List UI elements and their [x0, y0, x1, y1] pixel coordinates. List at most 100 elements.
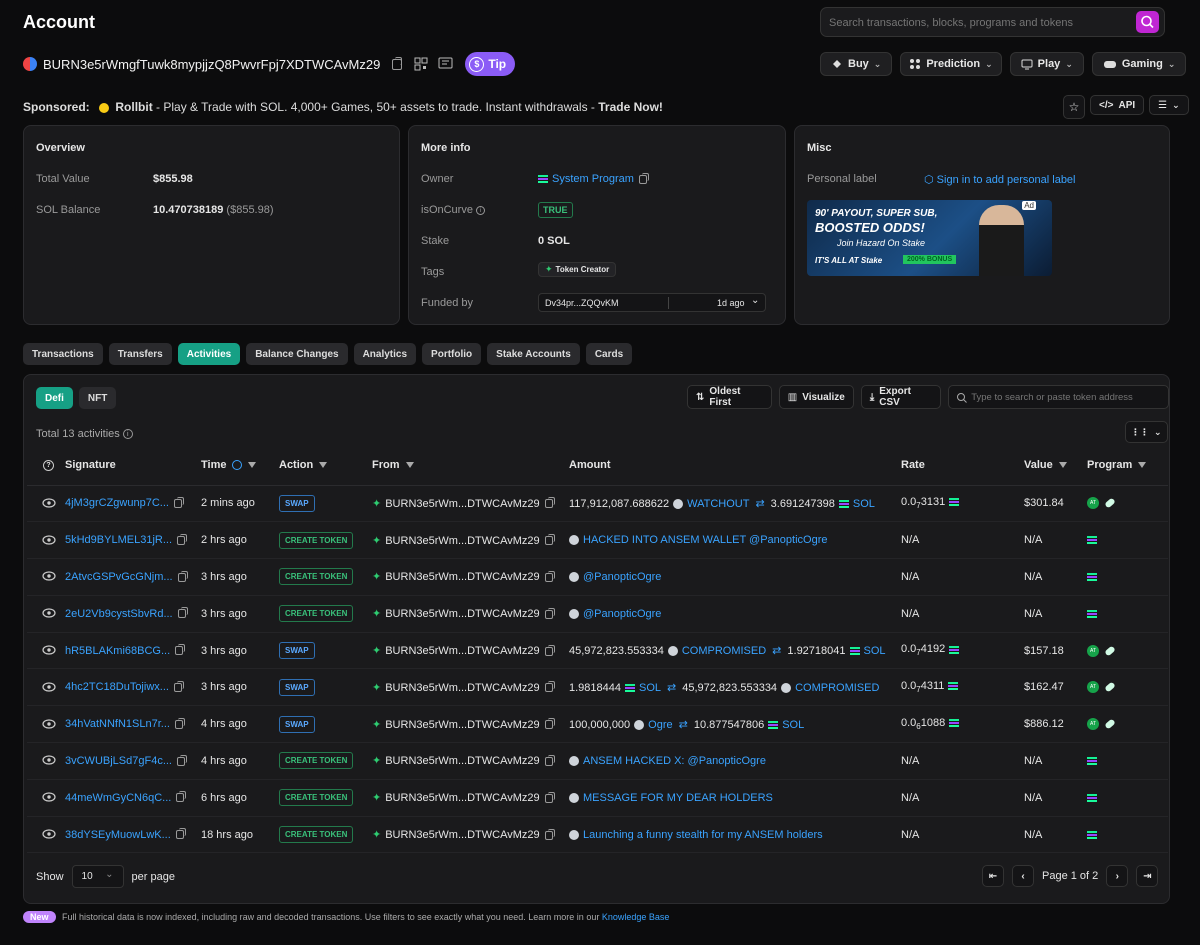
- copy-icon[interactable]: [544, 791, 555, 803]
- token-name-link[interactable]: Launching a funny stealth for my ANSEM h…: [583, 829, 823, 841]
- copy-icon[interactable]: [544, 534, 555, 546]
- token-name-link[interactable]: MESSAGE FOR MY DEAR HOLDERS: [583, 792, 773, 804]
- token-name-link[interactable]: @PanopticOgre: [583, 608, 661, 620]
- copy-icon[interactable]: [544, 607, 555, 619]
- solana-program-icon[interactable]: [1087, 757, 1097, 766]
- qr-code-icon[interactable]: [414, 57, 428, 71]
- nav-buy[interactable]: Buy ⌄: [820, 52, 893, 76]
- token-out-link[interactable]: SOL: [864, 645, 886, 657]
- tab-portfolio[interactable]: Portfolio: [422, 343, 482, 365]
- funded-by-box[interactable]: Dv34pr...ZQQvKM 1d ago ⌄: [538, 293, 766, 312]
- copy-icon[interactable]: [177, 570, 188, 582]
- token-out-link[interactable]: SOL: [782, 719, 804, 731]
- eye-icon[interactable]: [39, 827, 59, 841]
- token-creator-tag[interactable]: ✦ Token Creator: [538, 262, 617, 277]
- stake-ad[interactable]: Ad 90' PAYOUT, SUPER SUB, BOOSTED ODDS! …: [807, 200, 1052, 276]
- token-out-link[interactable]: SOL: [853, 498, 875, 510]
- eye-icon[interactable]: [39, 680, 59, 694]
- pill-icon[interactable]: [1104, 718, 1116, 730]
- table-row[interactable]: 2eU2Vb9cystSbvRd... 3 hrs ago CREATE TOKEN…: [27, 595, 1168, 633]
- eye-icon[interactable]: [39, 753, 59, 767]
- tab-activities[interactable]: Activities: [177, 343, 241, 365]
- copy-icon[interactable]: [176, 791, 187, 803]
- message-icon[interactable]: [438, 57, 453, 71]
- token-in-link[interactable]: WATCHOUT: [687, 498, 749, 510]
- token-name-link[interactable]: @PanopticOgre: [583, 571, 661, 583]
- aggregator-icon[interactable]: AT: [1087, 681, 1099, 694]
- solana-program-icon[interactable]: [1087, 573, 1097, 582]
- table-row[interactable]: 38dYSEyMuowLwK... 18 hrs ago CREATE TOKEN ✦…: [27, 816, 1168, 854]
- copy-icon[interactable]: [544, 718, 555, 730]
- table-row[interactable]: 44meWmGyCN6qC... 6 hrs ago CREATE TOKEN ✦ BU…: [27, 779, 1168, 817]
- signature-link[interactable]: 5kHd9BYLMEL31jR...: [65, 534, 172, 546]
- token-in-link[interactable]: COMPROMISED: [682, 645, 766, 657]
- tab-transactions[interactable]: Transactions: [23, 343, 103, 365]
- copy-icon[interactable]: [544, 828, 555, 840]
- table-row[interactable]: 5kHd9BYLMEL31jR... 2 hrs ago CREATE TOKEN ✦…: [27, 521, 1168, 560]
- eye-icon[interactable]: [39, 569, 59, 583]
- tip-button[interactable]: $ Tip: [465, 52, 516, 76]
- copy-icon[interactable]: [177, 533, 187, 545]
- table-row[interactable]: 34hVatNNfN1SLn7r... 4 hrs ago SWAP ✦ BURN3e5…: [27, 705, 1168, 744]
- copy-icon[interactable]: [174, 717, 185, 729]
- filter-icon[interactable]: [405, 461, 414, 468]
- table-row[interactable]: 4jM3grCZgwunp7C... 2 mins ago SWAP ✦ BURN3e5…: [27, 485, 1168, 523]
- copy-icon[interactable]: [638, 172, 649, 184]
- filter-icon[interactable]: [248, 461, 257, 468]
- clock-icon[interactable]: [232, 459, 243, 470]
- pill-icon[interactable]: [1104, 497, 1116, 509]
- solana-program-icon[interactable]: [1087, 793, 1097, 802]
- view-menu-button[interactable]: ☰ ⌄: [1149, 95, 1189, 115]
- help-icon[interactable]: ?: [43, 460, 54, 472]
- owner-link[interactable]: System Program: [552, 173, 634, 185]
- from-address[interactable]: BURN3e5rWm...DTWCAvMz29: [385, 535, 539, 547]
- copy-icon[interactable]: [544, 497, 555, 509]
- from-address[interactable]: BURN3e5rWm...DTWCAvMz29: [385, 829, 539, 841]
- tab-balance-changes[interactable]: Balance Changes: [246, 343, 348, 365]
- table-row[interactable]: 3vCWUBjLSd7gF4c... 4 hrs ago CREATE TOKEN ✦…: [27, 742, 1168, 780]
- signature-link[interactable]: 34hVatNNfN1SLn7r...: [65, 718, 170, 730]
- from-address[interactable]: BURN3e5rWm...DTWCAvMz29: [385, 645, 539, 657]
- token-in-link[interactable]: Ogre: [648, 719, 672, 731]
- token-name-link[interactable]: ANSEM HACKED X: @PanopticOgre: [583, 755, 766, 767]
- column-settings-button[interactable]: ⋮⋮ ⌄: [1125, 421, 1168, 443]
- col-time[interactable]: Time: [201, 445, 279, 486]
- tab-analytics[interactable]: Analytics: [353, 343, 417, 365]
- copy-address-icon[interactable]: [392, 56, 403, 70]
- table-row[interactable]: 4hc2TC18DuTojiwx... 3 hrs ago SWAP ✦ BURN3e5…: [27, 668, 1168, 707]
- token-in-link[interactable]: SOL: [639, 682, 661, 694]
- eye-icon[interactable]: [39, 790, 59, 804]
- copy-icon[interactable]: [173, 680, 184, 692]
- copy-icon[interactable]: [544, 571, 555, 583]
- col-value[interactable]: Value: [1024, 445, 1087, 486]
- prev-page-button[interactable]: ‹: [1012, 865, 1034, 887]
- eye-icon[interactable]: [39, 533, 59, 547]
- copy-icon[interactable]: [175, 828, 186, 840]
- tab-cards[interactable]: Cards: [585, 343, 633, 365]
- sponsor-cta[interactable]: Trade Now!: [598, 100, 663, 114]
- from-address[interactable]: BURN3e5rWm...DTWCAvMz29: [385, 608, 539, 620]
- signature-link[interactable]: 4jM3grCZgwunp7C...: [65, 497, 169, 509]
- visualize-button[interactable]: ▥ Visualize: [778, 385, 854, 409]
- solana-program-icon[interactable]: [1087, 830, 1097, 839]
- pill-icon[interactable]: [1104, 681, 1116, 693]
- aggregator-icon[interactable]: AT: [1087, 644, 1099, 657]
- nav-gaming[interactable]: Gaming ⌄: [1091, 52, 1187, 76]
- aggregator-icon[interactable]: AT: [1087, 497, 1099, 510]
- signature-link[interactable]: 38dYSEyMuowLwK...: [65, 829, 171, 841]
- solana-program-icon[interactable]: [1087, 609, 1097, 618]
- filter-icon[interactable]: [319, 461, 328, 468]
- knowledge-base-link[interactable]: Knowledge Base: [602, 912, 670, 922]
- token-search-input[interactable]: [971, 390, 1172, 405]
- table-row[interactable]: 2AtvcGSPvGcGNjm... 3 hrs ago CREATE TOKEN ✦…: [27, 558, 1168, 596]
- copy-icon[interactable]: [175, 644, 186, 656]
- tab-stake-accounts[interactable]: Stake Accounts: [487, 343, 580, 365]
- from-address[interactable]: BURN3e5rWm...DTWCAvMz29: [385, 571, 539, 583]
- info-icon[interactable]: i: [476, 205, 486, 215]
- from-address[interactable]: BURN3e5rWm...DTWCAvMz29: [385, 498, 539, 510]
- filter-icon[interactable]: [1058, 461, 1067, 468]
- signature-link[interactable]: 44meWmGyCN6qC...: [65, 792, 171, 804]
- token-out-link[interactable]: COMPROMISED: [795, 682, 879, 694]
- favorite-button[interactable]: ☆: [1063, 95, 1085, 119]
- from-address[interactable]: BURN3e5rWm...DTWCAvMz29: [385, 682, 539, 694]
